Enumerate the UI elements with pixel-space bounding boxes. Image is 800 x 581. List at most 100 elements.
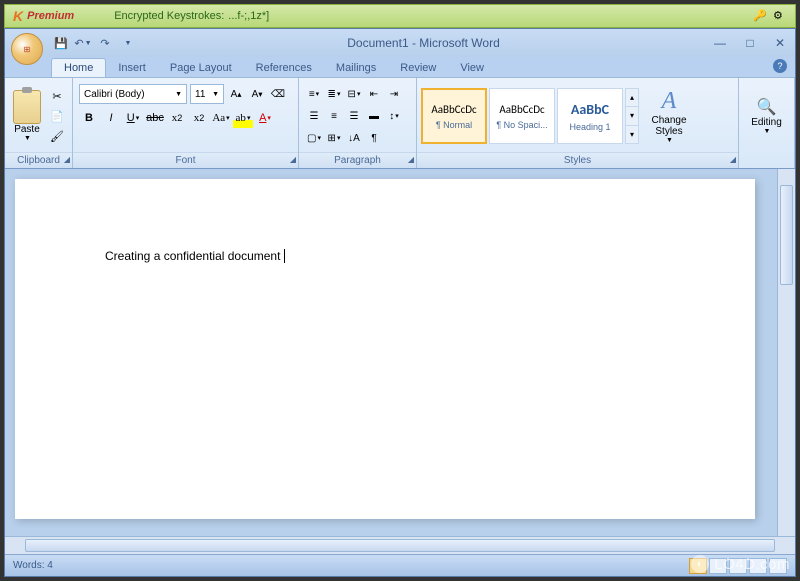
line-spacing-button[interactable]: ↕▾ [385, 107, 403, 125]
editing-label: Editing [751, 117, 782, 128]
tab-review[interactable]: Review [388, 59, 448, 77]
document-scroll[interactable]: Creating a confidential document [5, 169, 795, 536]
copy-button[interactable]: 📄 [49, 108, 65, 124]
highlight-button[interactable]: ab▾ [233, 108, 253, 128]
borders-button[interactable]: ⊞▾ [325, 129, 343, 147]
find-icon: 🔍 [757, 97, 777, 117]
minimize-button[interactable]: — [711, 35, 729, 51]
word-count[interactable]: Words: 4 [13, 560, 53, 571]
styles-group-label: Styles◢ [417, 152, 738, 168]
tab-view[interactable]: View [448, 59, 496, 77]
qat-customize-button[interactable]: ▼ [120, 35, 136, 51]
document-page[interactable]: Creating a confidential document [15, 179, 755, 519]
style-name-label: ¶ No Spaci... [496, 120, 547, 130]
align-center-button[interactable]: ≡ [325, 107, 343, 125]
document-area: Creating a confidential document [5, 169, 795, 536]
clipboard-group: Paste ▼ ✂ 📄 🖌 Clipboard◢ [5, 78, 73, 168]
change-styles-button[interactable]: A Change Styles ▼ [645, 88, 693, 144]
styles-launcher[interactable]: ◢ [730, 155, 736, 164]
horizontal-scrollbar-thumb[interactable] [25, 539, 775, 552]
editing-group: 🔍 Editing ▼ . [739, 78, 795, 168]
keyscrambler-logo: K [13, 8, 23, 24]
keyscrambler-key-icon[interactable]: 🔑 [753, 9, 767, 23]
underline-button[interactable]: U▾ [123, 108, 143, 128]
justify-button[interactable]: ▬ [365, 107, 383, 125]
help-button[interactable]: ? [773, 59, 787, 73]
editing-button[interactable]: 🔍 Editing ▼ [743, 97, 790, 135]
style-heading1[interactable]: AaBbC Heading 1 [557, 88, 623, 144]
font-color-button[interactable]: A▾ [255, 108, 275, 128]
watermark-icon: ◐ [691, 555, 709, 573]
styles-scroll-up[interactable]: ▴ [626, 89, 638, 107]
tab-page-layout[interactable]: Page Layout [158, 59, 244, 77]
grow-font-button[interactable]: A▴ [227, 85, 245, 103]
style-name-label: Heading 1 [569, 122, 610, 132]
encrypted-value: ...f-;,1z*] [228, 10, 269, 22]
clear-formatting-button[interactable]: ⌫ [269, 85, 287, 103]
undo-button[interactable]: ↶▼ [75, 35, 91, 51]
italic-button[interactable]: I [101, 108, 121, 128]
watermark-text: LO4D.com [714, 556, 790, 573]
shrink-font-button[interactable]: A▾ [248, 85, 266, 103]
paste-button[interactable]: Paste ▼ [9, 90, 45, 142]
ribbon: Paste ▼ ✂ 📄 🖌 Clipboard◢ Calibri (Body)▼ [5, 77, 795, 169]
align-right-button[interactable]: ☰ [345, 107, 363, 125]
horizontal-scrollbar[interactable] [5, 536, 795, 554]
document-text: Creating a confidential document [105, 249, 280, 263]
font-launcher[interactable]: ◢ [290, 155, 296, 164]
numbering-button[interactable]: ≣▾ [325, 85, 343, 103]
style-normal[interactable]: AaBbCcDc ¶ Normal [421, 88, 487, 144]
watermark: ◐ LO4D.com [691, 555, 790, 573]
styles-scroll: ▴ ▾ ▾ [625, 88, 639, 144]
styles-group: AaBbCcDc ¶ Normal AaBbCcDc ¶ No Spaci...… [417, 78, 739, 168]
redo-button[interactable]: ↷ [97, 35, 113, 51]
font-size-select[interactable]: 11▼ [190, 84, 224, 104]
decrease-indent-button[interactable]: ⇤ [365, 85, 383, 103]
change-case-button[interactable]: Aa▾ [211, 108, 231, 128]
clipboard-launcher[interactable]: ◢ [64, 155, 70, 164]
close-button[interactable]: ✕ [771, 35, 789, 51]
bold-button[interactable]: B [79, 108, 99, 128]
align-left-button[interactable]: ☰ [305, 107, 323, 125]
paragraph-group-label: Paragraph◢ [299, 152, 416, 168]
bullets-button[interactable]: ≡▾ [305, 85, 323, 103]
word-window: ⊞ 💾 ↶▼ ↷ ▼ Document1 - Microsoft Word — … [4, 28, 796, 577]
format-painter-button[interactable]: 🖌 [49, 128, 65, 144]
paste-label: Paste [14, 124, 40, 135]
shading-button[interactable]: ▢▾ [305, 129, 323, 147]
multilevel-button[interactable]: ⊟▾ [345, 85, 363, 103]
tab-home[interactable]: Home [51, 58, 106, 77]
tab-insert[interactable]: Insert [106, 59, 158, 77]
style-name-label: ¶ Normal [436, 120, 472, 130]
keyscrambler-settings-icon[interactable]: ⚙ [773, 9, 787, 23]
subscript-button[interactable]: x2 [167, 108, 187, 128]
style-preview: AaBbCcDc [431, 103, 476, 116]
paragraph-launcher[interactable]: ◢ [408, 155, 414, 164]
cut-button[interactable]: ✂ [49, 88, 65, 104]
sort-button[interactable]: ↓A [345, 129, 363, 147]
vertical-scrollbar[interactable] [777, 169, 795, 536]
superscript-button[interactable]: x2 [189, 108, 209, 128]
increase-indent-button[interactable]: ⇥ [385, 85, 403, 103]
styles-expand[interactable]: ▾ [626, 126, 638, 143]
vertical-scrollbar-thumb[interactable] [780, 185, 793, 285]
clipboard-group-label: Clipboard◢ [5, 152, 72, 168]
font-name-select[interactable]: Calibri (Body)▼ [79, 84, 187, 104]
show-marks-button[interactable]: ¶ [365, 129, 383, 147]
paragraph-group: ≡▾ ≣▾ ⊟▾ ⇤ ⇥ ☰ ≡ ☰ ▬ ↕▾ [299, 78, 417, 168]
save-button[interactable]: 💾 [53, 35, 69, 51]
tab-mailings[interactable]: Mailings [324, 59, 388, 77]
quick-access-toolbar: 💾 ↶▼ ↷ ▼ [53, 35, 136, 51]
styles-scroll-down[interactable]: ▾ [626, 107, 638, 125]
font-group-label: Font◢ [73, 152, 298, 168]
maximize-button[interactable]: □ [741, 35, 759, 51]
encrypted-label: Encrypted Keystrokes: [114, 10, 224, 22]
strikethrough-button[interactable]: abc [145, 108, 165, 128]
style-preview: AaBbC [571, 101, 609, 118]
tab-references[interactable]: References [244, 59, 324, 77]
change-styles-label: Change Styles [645, 115, 693, 137]
keyscrambler-toolbar: K Premium Encrypted Keystrokes: ...f-;,1… [4, 4, 796, 28]
style-no-spacing[interactable]: AaBbCcDc ¶ No Spaci... [489, 88, 555, 144]
text-cursor [280, 249, 284, 263]
ribbon-tabs: Home Insert Page Layout References Maili… [5, 57, 795, 77]
